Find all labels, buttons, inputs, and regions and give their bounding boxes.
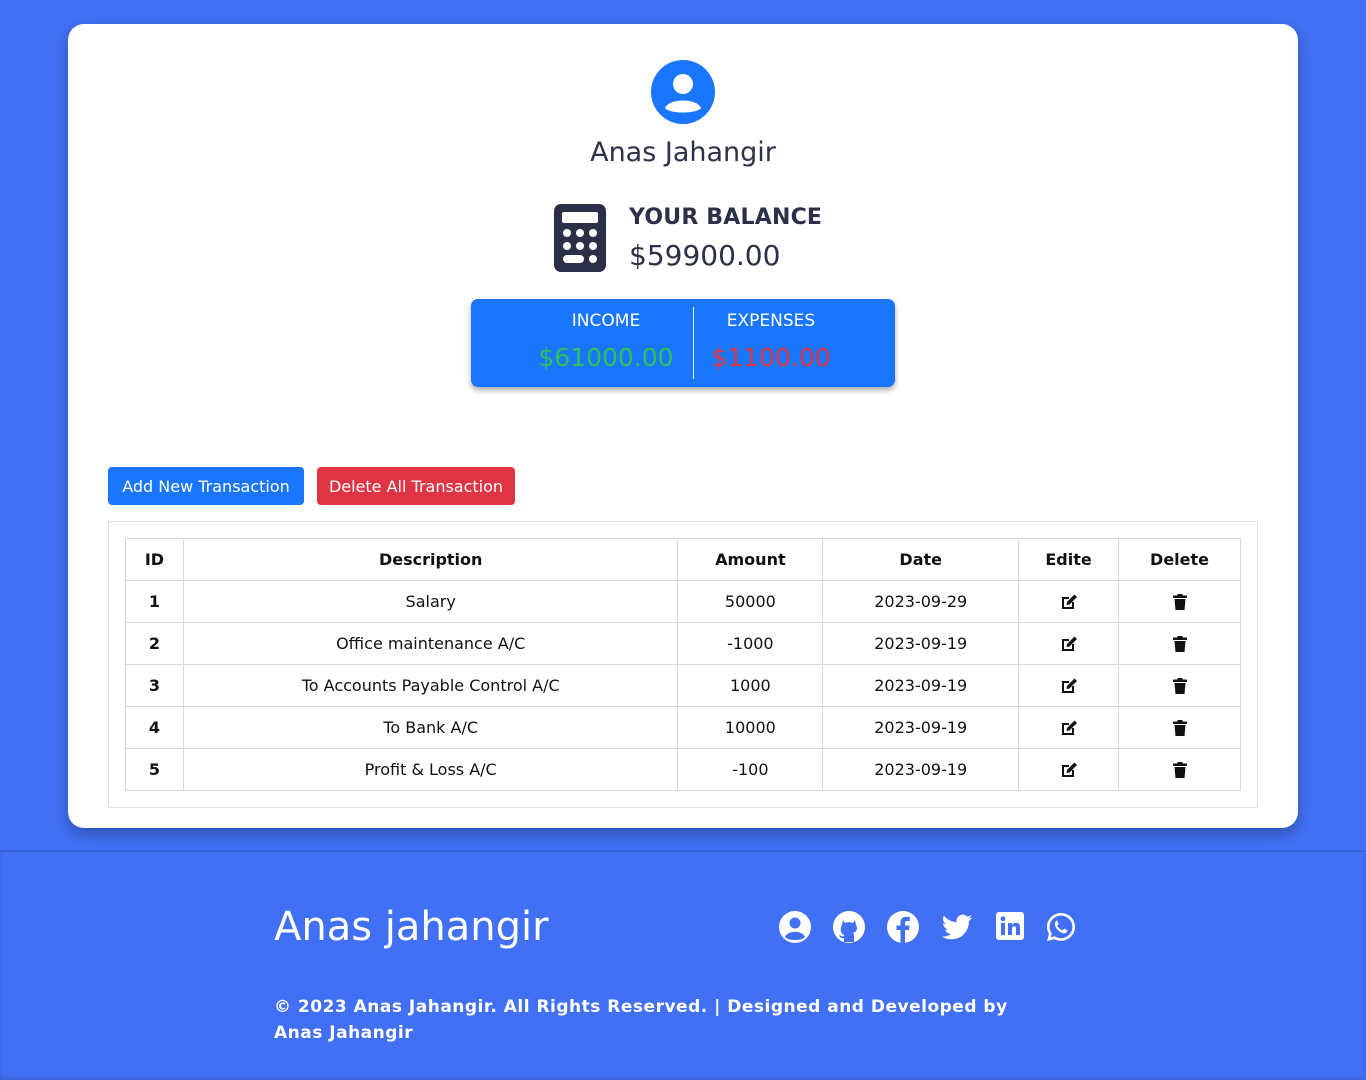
trash-icon[interactable] [1170,633,1190,652]
cell-date: 2023-09-29 [822,580,1020,623]
cell-amount: -100 [677,748,824,791]
cell-edit [1018,622,1120,665]
expense-section: EXPENSES $1100.00 [693,299,849,387]
cell-edit [1018,748,1120,791]
cell-delete [1118,580,1241,623]
cell-delete [1118,748,1241,791]
cell-delete [1118,706,1241,749]
income-value: $61000.00 [538,343,674,372]
trash-icon[interactable] [1170,675,1190,694]
table-row: 4 To Bank A/C 10000 2023-09-19 [125,706,1241,749]
cell-date: 2023-09-19 [822,706,1020,749]
cell-description: Salary [182,580,679,623]
table-row: 1 Salary 50000 2023-09-29 [125,580,1241,623]
column-header-delete: Delete [1118,538,1241,581]
cell-delete [1118,664,1241,707]
cell-edit [1018,664,1120,707]
column-header-edit: Edite [1018,538,1120,581]
footer-name: Anas jahangir [274,904,549,950]
cell-id: 5 [125,748,184,791]
edit-icon[interactable] [1059,591,1079,610]
whatsapp-icon[interactable] [1044,910,1078,944]
user-circle-icon [651,60,715,124]
edit-icon[interactable] [1059,633,1079,652]
income-expense-summary: INCOME $61000.00 EXPENSES $1100.00 [471,299,895,387]
trash-icon[interactable] [1170,717,1190,736]
edit-icon[interactable] [1059,675,1079,694]
cell-description: To Bank A/C [182,706,679,749]
main-card: Anas Jahangir YOUR BALANCE $59900.00 INC… [68,24,1298,828]
table-body: 1 Salary 50000 2023-09-29 2 Office maintenanc… [125,580,1241,791]
cell-date: 2023-09-19 [822,622,1020,665]
column-header-description: Description [182,538,679,581]
cell-delete [1118,622,1241,665]
calculator-icon [554,204,606,272]
cell-id: 4 [125,706,184,749]
table-row: 5 Profit & Loss A/C -100 2023-09-19 [125,748,1241,791]
copyright-text: © 2023 Anas Jahangir. All Rights Reserve… [274,997,1008,1043]
edit-icon[interactable] [1059,759,1079,778]
balance-label: YOUR BALANCE [629,205,823,230]
twitter-icon[interactable] [940,910,974,944]
user-circle-icon[interactable] [778,910,812,944]
cell-description: Profit & Loss A/C [182,748,679,791]
cell-amount: 50000 [677,580,824,623]
cell-edit [1018,580,1120,623]
cell-id: 2 [125,622,184,665]
edit-icon[interactable] [1059,717,1079,736]
table-row: 2 Office maintenance A/C -1000 2023-09-19 [125,622,1241,665]
cell-edit [1018,706,1120,749]
column-header-date: Date [822,538,1020,581]
cell-description: To Accounts Payable Control A/C [182,664,679,707]
cell-date: 2023-09-19 [822,664,1020,707]
cell-amount: 1000 [677,664,824,707]
balance-value: $59900.00 [629,239,781,272]
income-section: INCOME $61000.00 [511,299,701,387]
facebook-icon[interactable] [886,910,920,944]
user-name: Anas Jahangir [590,137,776,168]
table-header-row: ID Description Amount Date Edite Delete [125,538,1241,581]
transactions-table: ID Description Amount Date Edite Delete … [125,538,1241,791]
cell-id: 3 [125,664,184,707]
cell-date: 2023-09-19 [822,748,1020,791]
footer: Anas jahangir © 2023 Anas Jahangir. All … [0,850,1366,1080]
expense-label: EXPENSES [726,311,816,331]
trash-icon[interactable] [1170,591,1190,610]
transactions-table-container: ID Description Amount Date Edite Delete … [108,521,1258,808]
add-transaction-button[interactable]: Add New Transaction [108,467,304,505]
cell-amount: 10000 [677,706,824,749]
income-label: INCOME [571,311,641,331]
trash-icon[interactable] [1170,759,1190,778]
column-header-amount: Amount [677,538,824,581]
column-header-id: ID [125,538,184,581]
linkedin-icon[interactable] [994,910,1028,944]
expense-value: $1100.00 [711,343,831,372]
cell-amount: -1000 [677,622,824,665]
delete-all-transaction-button[interactable]: Delete All Transaction [317,467,515,505]
github-icon[interactable] [832,910,866,944]
table-row: 3 To Accounts Payable Control A/C 1000 2023… [125,664,1241,707]
cell-description: Office maintenance A/C [182,622,679,665]
cell-id: 1 [125,580,184,623]
